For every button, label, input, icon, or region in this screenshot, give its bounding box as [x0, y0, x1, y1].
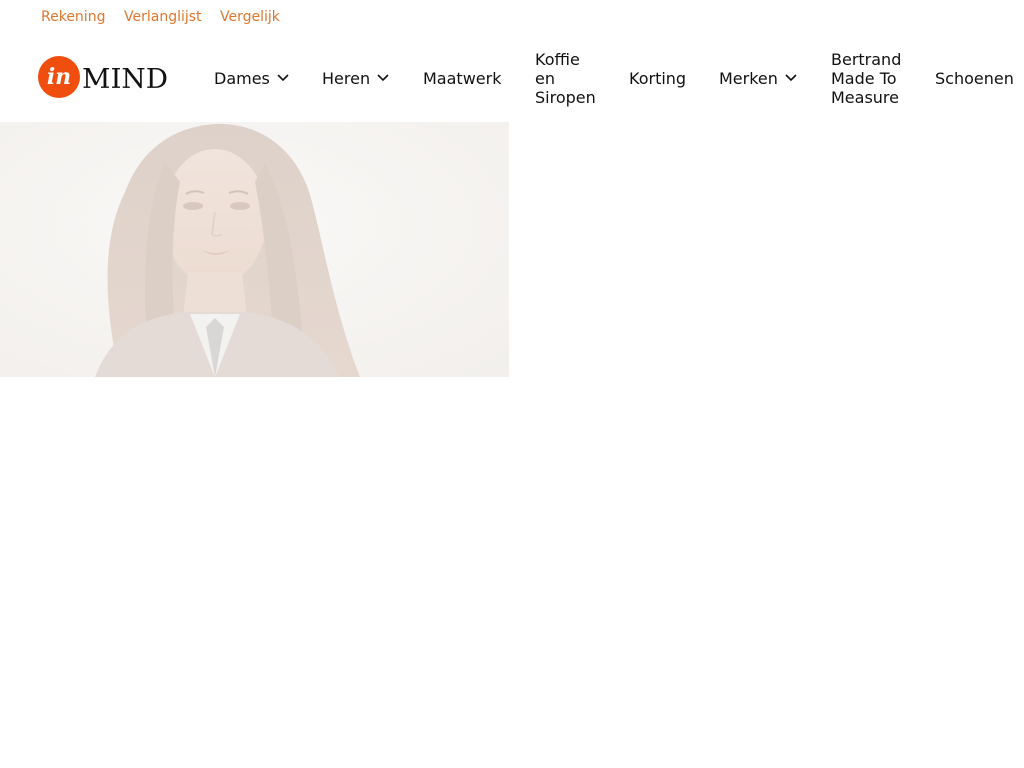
nav-item-label: Schoenen — [935, 69, 1014, 88]
nav-item-label-line: en — [535, 69, 555, 88]
nav-item-label-line: Bertrand — [831, 50, 902, 69]
nav-item-koffie-en-siropen[interactable]: Koffie en Siropen — [535, 50, 596, 107]
hero-photo — [0, 122, 509, 377]
nav-item-schoenen[interactable]: Schoenen — [935, 69, 1014, 88]
inmind-logo[interactable]: in MIND — [38, 55, 170, 99]
nav-item-maatwerk[interactable]: Maatwerk — [423, 69, 501, 88]
nav-item-dames[interactable]: Dames — [214, 69, 290, 88]
account-link[interactable]: Rekening — [41, 9, 105, 26]
compare-link[interactable]: Vergelijk — [220, 9, 280, 26]
nav-item-label: Merken — [719, 69, 778, 88]
logo-mark: in MIND — [38, 56, 168, 98]
chevron-down-icon — [784, 73, 798, 83]
top-utility-bar: Rekening Verlanglijst Vergelijk — [0, 0, 1024, 34]
nav-item-merken[interactable]: Merken — [719, 69, 798, 88]
nav-item-korting[interactable]: Korting — [629, 69, 686, 88]
nav-item-label-line: Measure — [831, 88, 899, 107]
nav-item-label-line: Made To — [831, 69, 897, 88]
wishlist-link[interactable]: Verlanglijst — [124, 9, 202, 26]
nav-item-label: Maatwerk — [423, 69, 502, 88]
site-header: in MIND Dames Heren Maatwerk Koffie en S… — [0, 34, 1024, 122]
chevron-down-icon — [276, 73, 290, 83]
logo-word: MIND — [82, 64, 168, 95]
logo-prefix: in — [47, 64, 71, 90]
chevron-down-icon — [376, 73, 390, 83]
nav-item-bertrand-made-to-measure[interactable]: Bertrand Made To Measure — [831, 50, 901, 107]
nav-item-label: Heren — [322, 69, 371, 88]
nav-item-label: Korting — [629, 69, 687, 88]
nav-item-heren[interactable]: Heren — [322, 69, 390, 88]
nav-item-label-line: Siropen — [535, 88, 596, 107]
hero-banner-image[interactable] — [0, 122, 509, 377]
nav-item-label-line: Koffie — [535, 50, 580, 69]
nav-item-label: Dames — [214, 69, 270, 88]
